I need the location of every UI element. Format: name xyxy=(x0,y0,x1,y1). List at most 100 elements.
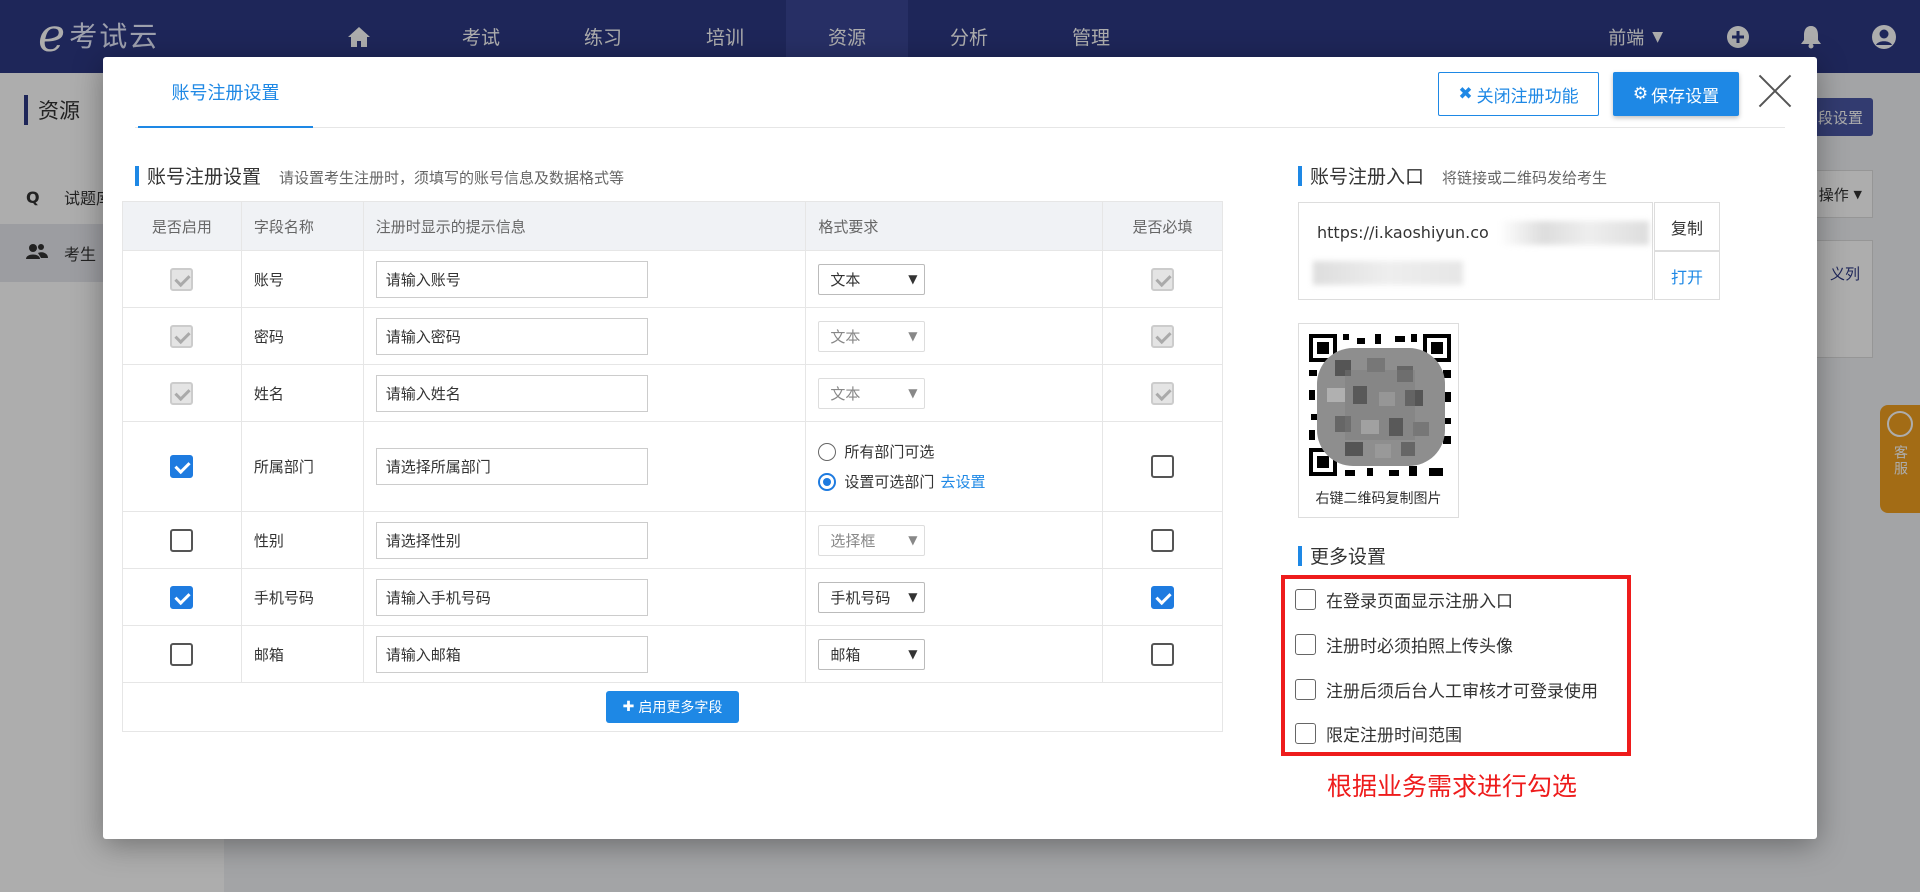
table-row: 性别 请选择性别 选择框 ▼ xyxy=(122,511,1223,569)
radio-label: 所有部门可选 xyxy=(844,443,935,461)
option-checkbox[interactable] xyxy=(1295,723,1316,744)
registration-settings-modal: 账号注册设置 ✖ 关闭注册功能 ⚙ 保存设置 账号注册设置 请设置考生注册时，须… xyxy=(103,57,1817,839)
field-name: 所属部门 xyxy=(240,421,364,512)
enabled-checkbox[interactable] xyxy=(170,642,194,666)
enabled-checkbox xyxy=(170,381,194,405)
hint-input[interactable]: 请选择所属部门 xyxy=(375,448,648,485)
gear-icon: ⚙ xyxy=(1632,84,1649,104)
format-select[interactable]: 邮箱 ▼ xyxy=(818,638,926,670)
chevron-down-icon: ▼ xyxy=(908,533,918,547)
chevron-down-icon: ▼ xyxy=(908,647,918,661)
required-checkbox[interactable] xyxy=(1151,642,1175,666)
section-title: 账号注册设置 xyxy=(147,166,262,188)
qr-code-box: 右键二维码复制图片 xyxy=(1298,323,1459,518)
chevron-down-icon: ▼ xyxy=(908,329,918,343)
chevron-down-icon: ▼ xyxy=(908,272,918,286)
close-modal-icon[interactable] xyxy=(1755,71,1795,111)
option-label: 注册后须后台人工审核才可登录使用 xyxy=(1326,682,1598,702)
tab-account-registration[interactable]: 账号注册设置 xyxy=(138,57,313,128)
required-checkbox[interactable] xyxy=(1151,528,1175,552)
enabled-checkbox xyxy=(170,267,194,291)
required-checkbox[interactable] xyxy=(1151,585,1175,609)
option-limit-register-time[interactable]: 限定注册时间范围 xyxy=(1295,721,1462,746)
enabled-checkbox[interactable] xyxy=(170,528,194,552)
section-marker xyxy=(1298,545,1302,566)
radio-button[interactable] xyxy=(818,472,837,491)
copy-link-button[interactable]: 复制 xyxy=(1654,202,1720,251)
option-require-manual-review[interactable]: 注册后须后台人工审核才可登录使用 xyxy=(1295,677,1598,702)
option-checkbox[interactable] xyxy=(1295,679,1316,700)
table-row: 邮箱 请输入邮箱 邮箱 ▼ xyxy=(122,625,1223,683)
required-checkbox xyxy=(1151,324,1175,348)
header-format: 格式要求 xyxy=(805,201,1104,251)
option-checkbox[interactable] xyxy=(1295,589,1316,610)
chevron-down-icon: ▼ xyxy=(908,386,918,400)
format-value: 文本 xyxy=(830,270,861,289)
radio-button[interactable] xyxy=(818,442,837,461)
close-registration-button[interactable]: ✖ 关闭注册功能 xyxy=(1438,72,1599,116)
section-marker xyxy=(1298,165,1302,186)
hint-input[interactable]: 请输入密码 xyxy=(375,317,648,355)
x-icon: ✖ xyxy=(1458,84,1473,104)
open-link-button[interactable]: 打开 xyxy=(1654,251,1720,300)
field-name: 账号 xyxy=(240,250,364,308)
hint-input[interactable]: 请输入邮箱 xyxy=(375,635,648,673)
hint-input[interactable]: 请输入手机号码 xyxy=(375,578,648,616)
field-name: 手机号码 xyxy=(240,568,364,626)
table-row: 密码 请输入密码 文本 ▼ xyxy=(122,307,1223,365)
table-header-row: 是否启用 字段名称 注册时显示的提示信息 格式要求 是否必填 xyxy=(122,201,1223,251)
save-settings-button[interactable]: ⚙ 保存设置 xyxy=(1613,72,1739,116)
option-checkbox[interactable] xyxy=(1295,634,1316,655)
hint-input[interactable]: 请选择性别 xyxy=(375,521,648,559)
table-row: 所属部门 请选择所属部门 所有部门可选 设置可选部门 去设置 xyxy=(122,421,1223,512)
radio-all-departments[interactable]: 所有部门可选 xyxy=(818,437,1102,467)
chevron-down-icon: ▼ xyxy=(908,590,918,604)
blurred-url-part xyxy=(1313,261,1463,285)
entry-title: 账号注册入口 xyxy=(1310,166,1425,188)
enabled-checkbox xyxy=(170,324,194,348)
format-select: 选择框 ▼ xyxy=(818,524,926,556)
format-select: 文本 ▼ xyxy=(818,320,926,352)
configure-departments-link[interactable]: 去设置 xyxy=(940,471,985,492)
table-row: 账号 请输入账号 文本 ▼ xyxy=(122,250,1223,308)
field-settings-table: 是否启用 字段名称 注册时显示的提示信息 格式要求 是否必填 账号 请输入账号 … xyxy=(122,201,1223,732)
table-row: 姓名 请输入姓名 文本 ▼ xyxy=(122,364,1223,422)
format-value: 手机号码 xyxy=(830,588,891,607)
enabled-checkbox[interactable] xyxy=(170,585,194,609)
entry-section-header: 账号注册入口 将链接或二维码发给考生 xyxy=(1298,162,1607,189)
registration-link-box: https://i.kaoshiyun.co 复制 打开 xyxy=(1298,202,1720,300)
field-name: 邮箱 xyxy=(240,625,364,683)
format-value: 选择框 xyxy=(830,531,876,550)
format-value: 文本 xyxy=(830,384,861,403)
entry-description: 将链接或二维码发给考生 xyxy=(1442,169,1608,187)
radio-label: 设置可选部门 xyxy=(844,473,935,491)
qr-code-image[interactable] xyxy=(1305,330,1455,480)
format-select[interactable]: 手机号码 ▼ xyxy=(818,581,926,613)
field-name: 性别 xyxy=(240,511,364,569)
section-description: 请设置考生注册时，须填写的账号信息及数据格式等 xyxy=(279,169,625,187)
radio-selected-departments[interactable]: 设置可选部门 去设置 xyxy=(818,467,1102,497)
required-checkbox xyxy=(1151,267,1175,291)
option-label: 在登录页面显示注册入口 xyxy=(1326,592,1513,612)
hint-input[interactable]: 请输入姓名 xyxy=(375,374,648,412)
close-registration-label: 关闭注册功能 xyxy=(1476,86,1579,107)
header-field-name: 字段名称 xyxy=(240,201,364,251)
option-label: 限定注册时间范围 xyxy=(1326,726,1462,746)
option-require-photo-avatar[interactable]: 注册时必须拍照上传头像 xyxy=(1295,632,1513,657)
format-select: 文本 ▼ xyxy=(818,377,926,409)
enable-more-fields-label: 启用更多字段 xyxy=(638,700,723,716)
format-select[interactable]: 文本 ▼ xyxy=(818,263,926,295)
enabled-checkbox[interactable] xyxy=(170,455,194,478)
format-value: 邮箱 xyxy=(830,645,861,664)
header-required: 是否必填 xyxy=(1102,201,1223,251)
more-settings-title: 更多设置 xyxy=(1310,546,1387,568)
option-show-register-on-login[interactable]: 在登录页面显示注册入口 xyxy=(1295,587,1513,612)
hint-input[interactable]: 请输入账号 xyxy=(375,260,648,298)
plus-icon: ✚ xyxy=(622,699,635,715)
option-label: 注册时必须拍照上传头像 xyxy=(1326,637,1513,657)
enable-more-fields-button[interactable]: ✚ 启用更多字段 xyxy=(606,691,739,723)
annotation-note: 根据业务需求进行勾选 xyxy=(1327,772,1578,801)
header-enabled: 是否启用 xyxy=(122,201,242,251)
blurred-url-part xyxy=(1499,221,1649,245)
required-checkbox[interactable] xyxy=(1151,455,1175,478)
